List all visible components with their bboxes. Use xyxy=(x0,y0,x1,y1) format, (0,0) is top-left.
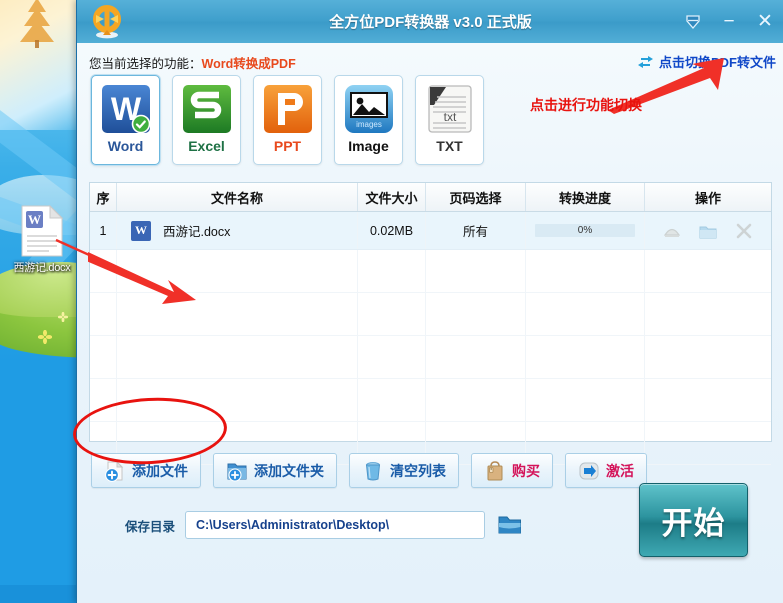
word-document-icon: W xyxy=(21,204,64,257)
start-button[interactable]: 开始 xyxy=(639,483,748,557)
add-file-icon xyxy=(104,460,126,482)
progress-label: 0% xyxy=(577,225,593,236)
row-progress-cell: 0% xyxy=(526,212,645,249)
table-row[interactable]: 1 W 西游记.docx 0.02MB 所有 0% xyxy=(90,212,771,250)
format-label: Word xyxy=(107,138,144,154)
format-label: TXT xyxy=(436,138,463,154)
format-button-txt[interactable]: txt TXT xyxy=(415,75,484,165)
window-title: 全方位PDF转换器 v3.0 正式版 xyxy=(329,14,532,31)
ppt-icon xyxy=(262,83,314,135)
close-icon[interactable]: ✕ xyxy=(754,11,776,33)
column-header-filename: 文件名称 xyxy=(117,183,358,211)
column-header-actions: 操作 xyxy=(694,190,721,206)
save-directory-bar: 保存目录 C:\Users\Administrator\Desktop\ xyxy=(125,511,525,539)
wallpaper-flower-icon xyxy=(38,330,52,344)
column-header-progress: 转换进度 xyxy=(526,183,645,211)
row-pages[interactable]: 所有 xyxy=(426,212,526,249)
title-bar[interactable]: 全方位PDF转换器 v3.0 正式版 − ✕ xyxy=(77,0,783,44)
activate-button[interactable]: 激活 xyxy=(565,453,647,488)
file-list-table: 序 文件名称 文件大小 页码选择 转换进度 操作 1 W 西游记.docx 0.… xyxy=(89,182,772,465)
buy-button[interactable]: 购买 xyxy=(471,453,553,488)
activate-arrow-icon xyxy=(578,460,600,482)
table-header-row: 序 文件名称 文件大小 页码选择 转换进度 操作 xyxy=(90,183,771,212)
wallpaper-tree-icon xyxy=(20,0,54,48)
row-filesize: 0.02MB xyxy=(358,212,426,249)
remove-icon[interactable] xyxy=(734,221,754,241)
add-folder-label: 添加文件夹 xyxy=(254,464,324,480)
add-folder-icon xyxy=(226,460,248,482)
save-directory-label: 保存目录 xyxy=(125,519,176,534)
activate-label: 激活 xyxy=(606,464,634,480)
format-label: Excel xyxy=(188,138,225,154)
window-body: 您当前选择的功能：Word转换成PDF 点击切换PDF转文件 W Word Ex… xyxy=(77,43,783,603)
svg-text:images: images xyxy=(356,120,382,129)
preview-icon[interactable] xyxy=(662,221,682,241)
format-label: PPT xyxy=(273,138,302,154)
current-function-label: 您当前选择的功能：Word转换成PDF xyxy=(89,53,296,72)
add-file-label: 添加文件 xyxy=(132,464,188,480)
add-file-button[interactable]: 添加文件 xyxy=(91,453,201,488)
format-button-word[interactable]: W Word xyxy=(91,75,160,165)
format-label: Image xyxy=(348,138,389,154)
word-file-icon: W xyxy=(131,220,151,241)
clear-list-label: 清空列表 xyxy=(390,464,446,480)
row-actions-cell xyxy=(645,212,771,249)
row-filename-cell: W 西游记.docx xyxy=(117,212,358,249)
row-index: 1 xyxy=(90,212,117,249)
add-folder-button[interactable]: 添加文件夹 xyxy=(213,453,337,488)
txt-icon: txt xyxy=(424,83,476,135)
column-header-filesize: 文件大小 xyxy=(358,183,426,211)
start-button-label: 开始 xyxy=(661,505,726,541)
table-empty-row xyxy=(90,250,771,293)
window-controls: − ✕ xyxy=(682,0,776,43)
skin-dropdown-icon[interactable] xyxy=(682,11,704,33)
table-empty-row xyxy=(90,379,771,422)
application-window: 全方位PDF转换器 v3.0 正式版 − ✕ 您当前选择的功能：Word转换成P… xyxy=(76,0,783,603)
folder-browse-icon[interactable] xyxy=(495,512,525,538)
column-header-pages: 页码选择 xyxy=(426,183,526,211)
table-empty-row xyxy=(90,293,771,336)
svg-text:W: W xyxy=(28,212,41,227)
buy-label: 购买 xyxy=(512,464,540,480)
shopping-bag-icon xyxy=(484,460,506,482)
current-function-prefix: 您当前选择的功能： xyxy=(89,57,202,71)
row-filename: 西游记.docx xyxy=(163,225,231,239)
column-header-index: 序 xyxy=(90,183,117,211)
desktop-file-icon[interactable]: W 西游记.docx xyxy=(8,204,76,275)
row-pages-value: 所有 xyxy=(462,225,488,239)
switch-mode-label: 点击切换PDF转文件 xyxy=(658,55,776,70)
progress-bar: 0% xyxy=(535,224,635,237)
format-button-excel[interactable]: Excel xyxy=(172,75,241,165)
desktop-icon-label: 西游记.docx xyxy=(13,262,71,274)
format-button-image[interactable]: images Image xyxy=(334,75,403,165)
clear-list-button[interactable]: 清空列表 xyxy=(349,453,459,488)
open-folder-icon[interactable] xyxy=(698,221,718,241)
action-button-bar: 添加文件 添加文件夹 清空列表 购买 激活 xyxy=(91,453,647,488)
format-button-ppt[interactable]: PPT xyxy=(253,75,322,165)
save-path-input[interactable]: C:\Users\Administrator\Desktop\ xyxy=(185,511,486,539)
format-selector: W Word Excel PPT images Image txt TXT xyxy=(91,75,484,165)
svg-text:txt: txt xyxy=(443,110,456,124)
current-function-value: Word转换成PDF xyxy=(201,57,296,71)
table-empty-row xyxy=(90,336,771,379)
switch-mode-link[interactable]: 点击切换PDF转文件 xyxy=(637,52,776,71)
word-icon: W xyxy=(100,83,152,135)
wallpaper-flower-icon xyxy=(58,312,68,322)
excel-icon xyxy=(181,83,233,135)
image-icon: images xyxy=(343,83,395,135)
minimize-icon[interactable]: − xyxy=(718,11,740,33)
trash-icon xyxy=(362,460,384,482)
swap-arrows-icon xyxy=(637,55,653,68)
